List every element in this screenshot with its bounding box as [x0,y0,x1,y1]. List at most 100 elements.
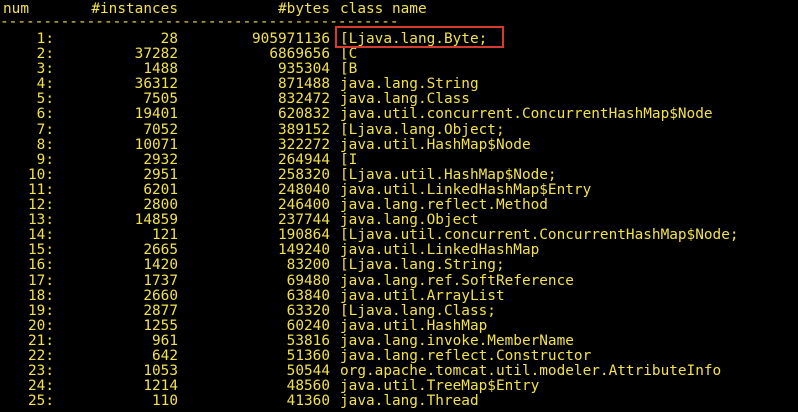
table-row: 25: 110 41360 java.lang.Thread [0,394,798,409]
row-instances: 7052 [143,121,178,138]
row-instances: 6201 [143,181,178,198]
table-row: 10: 2951 258320 [Ljava.util.HashMap$Node; [0,166,798,183]
row-class-name: [Ljava.lang.Class; [340,302,496,319]
row-num: 20: [28,317,54,334]
row-instances: 37282 [134,46,178,63]
table-row: 20: 1255 60240 java.util.HashMap [0,317,798,334]
table-row: 17: 1737 69480 java.lang.ref.SoftReference [0,272,798,289]
row-bytes: 832472 [278,91,330,108]
table-row: 13: 14859 237744 java.lang.Object [0,213,798,228]
header-separator: ----------------------------------------… [0,14,399,30]
row-class-name: java.lang.reflect.Constructor [340,347,592,364]
row-class-name: org.apache.tomcat.util.modeler.Attribute… [340,363,722,380]
row-num: 16: [28,257,54,274]
row-instances: 36312 [134,76,178,93]
row-num: 23: [28,363,54,380]
table-row: 11: 6201 248040 java.util.LinkedHashMap$Ent… [0,181,798,198]
row-instances: 1214 [143,378,178,395]
row-num: 21: [28,332,54,349]
row-bytes: 63320 [286,302,330,319]
row-bytes: 83200 [286,257,330,274]
row-num: 11: [28,181,54,198]
row-num: 3: [36,61,54,78]
row-num: 10: [28,166,54,183]
row-class-name: java.util.LinkedHashMap$Entry [340,181,592,198]
row-bytes: 63840 [286,287,330,304]
row-instances: 2665 [143,242,178,259]
row-instances: 2877 [143,302,178,319]
row-num: 1: [36,31,54,47]
row-class-name: [C [340,46,358,63]
row-class-name: java.lang.String [340,76,479,93]
table-row: 18: 2660 63840 java.util.ArrayList [0,287,798,304]
row-num: 8: [36,136,54,153]
row-bytes: 69480 [286,272,330,289]
table-row: 3: 1488 935304 [B [0,62,798,77]
row-class-name: [Ljava.util.HashMap$Node; [340,166,557,183]
row-instances: 1255 [143,317,178,334]
row-num: 15: [28,242,54,259]
row-bytes: 620832 [278,106,330,123]
table-row: 1: 28 905971136 [Ljava.lang.Byte; [0,31,798,47]
row-bytes: 248040 [278,181,330,198]
row-num: 13: [28,212,54,229]
row-bytes: 6869656 [269,46,330,63]
table-row: 9: 2932 264944 [I [0,151,798,168]
row-instances: 7505 [143,91,178,108]
row-instances: 2660 [143,287,178,304]
row-num: 6: [36,106,54,123]
table-row: 7: 7052 389152 [Ljava.lang.Object; [0,121,798,138]
row-class-name: java.lang.Object [340,212,479,229]
row-class-name: java.lang.Class [340,91,470,108]
row-bytes: 389152 [278,121,330,138]
table-row: 15: 2665 149240 java.util.LinkedHashMap [0,243,798,258]
row-class-name: [Ljava.util.concurrent.ConcurrentHashMap… [340,227,739,244]
table-row: 14: 121 190864 [Ljava.util.concurrent.Concu… [0,228,798,243]
row-num: 22: [28,347,54,364]
row-num: 19: [28,302,54,319]
table-row: 22: 642 51360 java.lang.reflect.Constructor [0,347,798,364]
table-row: 23: 1053 50544 org.apache.tomcat.util.model… [0,363,798,380]
row-bytes: 48560 [286,378,330,395]
table-row: 12: 2800 246400 java.lang.reflect.Method [0,197,798,214]
row-bytes: 190864 [278,227,330,244]
row-bytes: 237744 [278,212,330,229]
row-num: 5: [36,91,54,108]
row-bytes: 53816 [286,332,330,349]
row-bytes: 41360 [286,393,330,410]
row-class-name: java.lang.ref.SoftReference [340,272,574,289]
table-row: 5: 7505 832472 java.lang.Class [0,92,798,107]
row-bytes: 871488 [278,76,330,93]
row-instances: 642 [152,347,178,364]
row-class-name: [I [340,151,358,168]
table-row: 8: 10071 322272 java.util.HashMap$Node [0,136,798,153]
row-class-name: java.util.LinkedHashMap [340,242,540,259]
row-instances: 2932 [143,151,178,168]
terminal-window[interactable]: num #instances #bytes class name -------… [0,0,798,412]
table-row: 2: 37282 6869656 [C [0,46,798,63]
row-bytes: 322272 [278,136,330,153]
row-bytes: 258320 [278,166,330,183]
table-row: 21: 961 53816 java.lang.invoke.MemberName [0,332,798,349]
row-instances: 1488 [143,61,178,78]
row-bytes: 149240 [278,242,330,259]
row-class-name: java.lang.Thread [340,393,479,410]
table-row: 4: 36312 871488 java.lang.String [0,77,798,92]
row-class-name: java.lang.invoke.MemberName [340,332,574,349]
row-num: 14: [28,227,54,244]
row-num: 17: [28,272,54,289]
row-class-name: java.lang.reflect.Method [340,197,548,214]
row-bytes: 60240 [286,317,330,334]
row-num: 7: [36,121,54,138]
row-class-name: java.util.ArrayList [340,287,505,304]
row-num: 25: [28,393,54,410]
row-instances: 19401 [134,106,178,123]
row-instances: 2951 [143,166,178,183]
row-bytes: 246400 [278,197,330,214]
row-instances: 10071 [134,136,178,153]
table-row: 24: 1214 48560 java.util.TreeMap$Entry [0,379,798,394]
table-row: 6: 19401 620832 java.util.concurrent.Concur… [0,107,798,122]
row-class-name: java.util.concurrent.ConcurrentHashMap$N… [340,106,713,123]
row-instances: 121 [152,227,178,244]
row-num: 12: [28,197,54,214]
